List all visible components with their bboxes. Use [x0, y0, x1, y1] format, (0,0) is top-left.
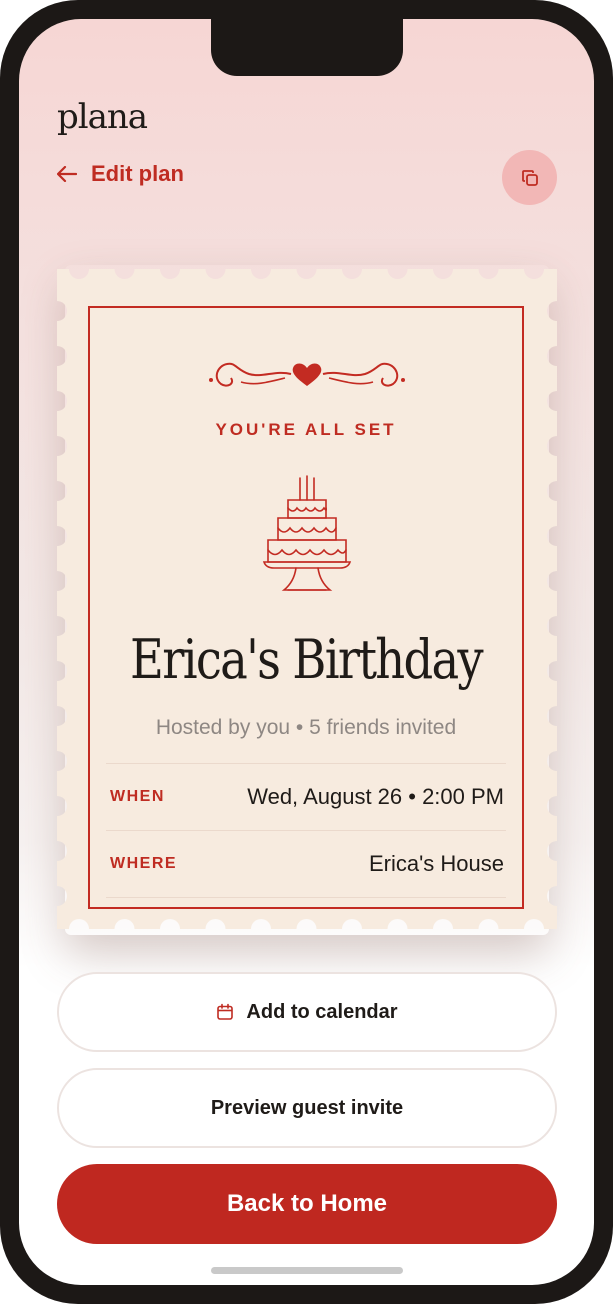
detail-row-when: WHEN Wed, August 26 • 2:00 PM — [106, 763, 506, 830]
edit-plan-link[interactable]: Edit plan — [57, 161, 184, 187]
event-details: WHEN Wed, August 26 • 2:00 PM WHERE Eric… — [106, 763, 506, 898]
arrow-left-icon — [57, 166, 77, 182]
app-logo: plana — [57, 97, 148, 137]
back-to-home-button[interactable]: Back to Home — [57, 1164, 557, 1244]
heart-ornament-icon — [209, 362, 405, 387]
copy-button[interactable] — [502, 150, 557, 205]
where-value: Erica's House — [368, 851, 504, 876]
screen: plana Edit plan YOU'RE ALL SET Erica's B… — [19, 19, 594, 1285]
preview-guest-invite-button[interactable]: Preview guest invite — [57, 1068, 557, 1148]
back-to-home-label: Back to Home — [226, 1190, 388, 1217]
where-label: WHERE — [110, 855, 178, 872]
calendar-icon — [217, 1003, 234, 1020]
copy-icon — [521, 169, 538, 186]
event-subtitle: Hosted by you • 5 friends invited — [155, 716, 457, 739]
event-title: Erica's Birthday — [130, 628, 484, 691]
home-indicator — [211, 1267, 403, 1274]
when-value: Wed, August 26 • 2:00 PM — [247, 784, 504, 809]
add-to-calendar-button[interactable]: Add to calendar — [57, 972, 557, 1052]
edit-plan-label: Edit plan — [91, 161, 184, 186]
when-label: WHEN — [110, 788, 165, 805]
stamp-content: YOU'RE ALL SET Erica's Birthday Hosted b… — [88, 306, 524, 909]
phone-frame: plana Edit plan YOU'RE ALL SET Erica's B… — [0, 0, 613, 1304]
notch — [211, 19, 403, 76]
detail-row-where: WHERE Erica's House — [106, 830, 506, 898]
add-to-calendar-label: Add to calendar — [246, 1000, 398, 1023]
status-eyebrow: YOU'RE ALL SET — [215, 420, 397, 439]
birthday-cake-icon — [262, 475, 352, 591]
preview-guest-invite-label: Preview guest invite — [210, 1096, 404, 1119]
event-stamp-card: YOU'RE ALL SET Erica's Birthday Hosted b… — [57, 249, 557, 929]
